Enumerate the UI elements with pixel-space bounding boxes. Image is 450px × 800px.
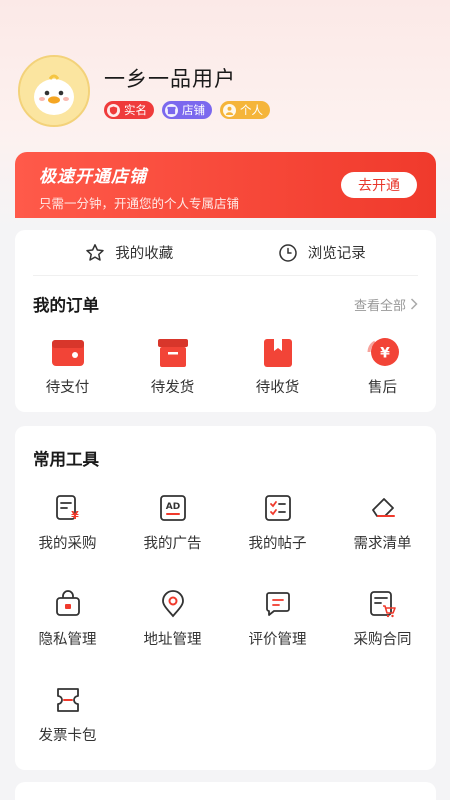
tool-label: 地址管理 xyxy=(143,632,202,648)
badge-label: 店铺 xyxy=(182,103,205,117)
username: 一乡一品用户 xyxy=(104,67,236,91)
lock-bag-icon xyxy=(55,590,80,616)
tools-card: 常用工具 ¥ 我的采购 AD 我的广告 我的帖子 需求清单 隐私管理 地址管理 … xyxy=(15,426,436,770)
person-icon xyxy=(223,103,236,117)
tool-label: 我的采购 xyxy=(38,536,97,552)
order-label: 待发货 xyxy=(150,380,195,396)
duck-avatar-icon xyxy=(20,57,88,125)
svg-text:¥: ¥ xyxy=(380,346,390,362)
chevron-right-icon xyxy=(410,298,418,310)
svg-text:AD: AD xyxy=(165,502,179,512)
tool-label: 评价管理 xyxy=(248,632,307,648)
badge-personal[interactable]: 个人 xyxy=(220,101,270,119)
order-pending-shipment[interactable]: 待发货 xyxy=(120,336,225,397)
tool-demand-list[interactable]: 需求清单 xyxy=(330,490,435,586)
see-all-label: 查看全部 xyxy=(353,298,406,314)
tool-my-ads[interactable]: AD 我的广告 xyxy=(120,490,225,586)
purchase-doc-icon: ¥ xyxy=(55,495,79,522)
history-link[interactable]: 浏览记录 xyxy=(226,230,419,275)
profile-header: 一乡一品用户 实名 店铺 个人 xyxy=(18,54,438,128)
tool-label: 采购合同 xyxy=(353,632,412,648)
tool-label: 需求清单 xyxy=(353,536,412,552)
star-icon xyxy=(86,243,104,261)
order-after-sales[interactable]: ¥ 售后 xyxy=(330,336,435,397)
history-label: 浏览记录 xyxy=(307,246,366,262)
orders-header: 我的订单 查看全部 xyxy=(15,292,436,316)
location-pin-icon xyxy=(161,590,184,618)
eraser-icon xyxy=(371,498,395,517)
tool-label: 隐私管理 xyxy=(38,632,97,648)
tools-header: 常用工具 xyxy=(15,446,436,470)
box-icon xyxy=(157,339,188,367)
tool-contracts[interactable]: 采购合同 xyxy=(330,586,435,682)
contract-cart-icon xyxy=(369,591,396,618)
tool-address[interactable]: 地址管理 xyxy=(120,586,225,682)
package-icon xyxy=(263,339,292,367)
next-card-partial xyxy=(15,782,436,800)
tools-grid: ¥ 我的采购 AD 我的广告 我的帖子 需求清单 隐私管理 地址管理 评价管理 … xyxy=(15,490,436,778)
tool-reviews[interactable]: 评价管理 xyxy=(225,586,330,682)
comment-icon xyxy=(265,592,290,616)
tool-my-posts[interactable]: 我的帖子 xyxy=(225,490,330,586)
order-pending-receipt[interactable]: 待收货 xyxy=(225,336,330,397)
avatar[interactable] xyxy=(18,55,90,127)
invoice-icon xyxy=(56,688,79,712)
wallet-icon xyxy=(51,340,84,366)
tool-label: 我的广告 xyxy=(143,536,202,552)
orders-title: 我的订单 xyxy=(33,296,99,315)
open-shop-banner[interactable]: 极速开通店铺 只需一分钟，开通您的个人专属店铺 去开通 xyxy=(15,152,436,218)
order-pending-payment[interactable]: 待支付 xyxy=(15,336,120,397)
tool-privacy[interactable]: 隐私管理 xyxy=(15,586,120,682)
order-label: 售后 xyxy=(368,380,397,396)
tool-my-purchases[interactable]: ¥ 我的采购 xyxy=(15,490,120,586)
favorites-link[interactable]: 我的收藏 xyxy=(33,230,226,275)
favorites-label: 我的收藏 xyxy=(115,246,174,262)
svg-text:¥: ¥ xyxy=(71,509,79,522)
quick-links: 我的收藏 浏览记录 xyxy=(33,230,418,276)
open-shop-button[interactable]: 去开通 xyxy=(341,172,417,198)
refund-icon: ¥ xyxy=(367,338,399,366)
orders-card: 我的收藏 浏览记录 我的订单 查看全部 待支付 待发货 待收货 ¥ 售后 xyxy=(15,230,436,412)
ad-icon: AD xyxy=(159,495,186,521)
tools-title: 常用工具 xyxy=(33,450,99,469)
checklist-icon xyxy=(264,495,291,521)
badge-label: 实名 xyxy=(124,103,147,117)
tool-invoice[interactable]: 发票卡包 xyxy=(15,682,120,778)
order-label: 待支付 xyxy=(45,380,90,396)
clock-icon xyxy=(279,243,297,262)
shield-icon xyxy=(107,103,120,117)
badge-store[interactable]: 店铺 xyxy=(162,101,212,119)
see-all-orders-link[interactable]: 查看全部 xyxy=(354,295,418,314)
order-status-row: 待支付 待发货 待收货 ¥ 售后 xyxy=(15,336,436,397)
tool-label: 我的帖子 xyxy=(248,536,307,552)
order-label: 待收货 xyxy=(255,380,300,396)
store-icon xyxy=(165,103,178,117)
tool-label: 发票卡包 xyxy=(38,728,97,744)
badge-realname[interactable]: 实名 xyxy=(104,101,154,119)
badge-label: 个人 xyxy=(240,103,263,117)
